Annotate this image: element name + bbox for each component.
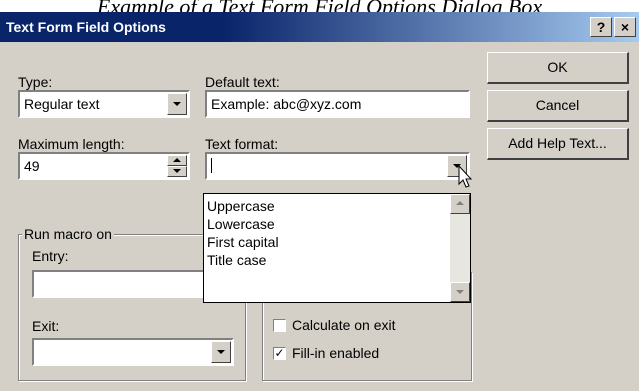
fill-in-enabled-checkbox[interactable]: ✓	[273, 347, 286, 360]
type-select[interactable]: Regular text	[18, 90, 190, 118]
default-text-input[interactable]: Example: abc@xyz.com	[205, 90, 470, 118]
fill-in-enabled-label: Fill-in enabled	[292, 345, 380, 361]
mouse-cursor-icon	[458, 165, 473, 188]
dropdown-option-title-case[interactable]: Title case	[207, 252, 266, 268]
chevron-down-icon	[456, 290, 464, 294]
close-button[interactable]: ×	[614, 17, 636, 37]
exit-label: Exit:	[32, 318, 60, 334]
dropdown-option-uppercase[interactable]: Uppercase	[207, 198, 275, 214]
maximum-length-spinner[interactable]: 49	[18, 152, 190, 180]
dropdown-option-first-capital[interactable]: First capital	[207, 234, 279, 250]
text-form-field-options-dialog: Text Form Field Options ? × Type: Regula…	[0, 12, 639, 391]
type-label: Type:	[18, 74, 53, 90]
ok-button[interactable]: OK	[487, 52, 629, 84]
check-icon: ✓	[274, 346, 285, 360]
dropdown-option-lowercase[interactable]: Lowercase	[207, 216, 275, 232]
maximum-length-label: Maximum length:	[18, 136, 125, 152]
spin-down-button[interactable]	[167, 166, 187, 177]
type-select-value: Regular text	[24, 96, 100, 112]
type-dropdown-button[interactable]	[167, 93, 187, 115]
calculate-on-exit-label: Calculate on exit	[292, 317, 396, 333]
scroll-down-button[interactable]	[450, 282, 470, 302]
exit-dropdown-button[interactable]	[211, 341, 231, 363]
exit-macro-select[interactable]	[32, 338, 234, 366]
add-help-text-button[interactable]: Add Help Text...	[487, 128, 629, 160]
text-caret	[211, 158, 212, 173]
add-help-text-button-label: Add Help Text...	[508, 135, 607, 151]
default-text-value: Example: abc@xyz.com	[211, 96, 362, 112]
dropdown-scrollbar[interactable]	[450, 194, 470, 302]
run-macro-legend: Run macro on	[22, 226, 114, 242]
help-button[interactable]: ?	[590, 17, 612, 37]
text-format-select[interactable]	[205, 152, 470, 180]
spin-up-button[interactable]	[167, 155, 187, 166]
window-title: Text Form Field Options	[6, 19, 166, 35]
chevron-up-icon	[456, 201, 464, 205]
title-bar: Text Form Field Options ? ×	[0, 12, 639, 42]
chevron-down-icon	[173, 102, 181, 106]
chevron-down-icon	[173, 168, 181, 173]
text-format-label: Text format:	[205, 136, 279, 152]
chevron-up-icon	[173, 157, 181, 162]
calculate-on-exit-checkbox[interactable]	[273, 319, 286, 332]
chevron-down-icon	[217, 350, 225, 354]
ok-button-label: OK	[547, 59, 568, 75]
entry-label: Entry:	[32, 248, 69, 264]
text-format-dropdown-list: Uppercase Lowercase First capital Title …	[203, 193, 471, 303]
cancel-button[interactable]: Cancel	[487, 90, 629, 122]
cancel-button-label: Cancel	[535, 97, 580, 113]
maximum-length-value: 49	[24, 158, 40, 174]
default-text-label: Default text:	[205, 74, 280, 90]
scroll-up-button[interactable]	[450, 194, 470, 214]
